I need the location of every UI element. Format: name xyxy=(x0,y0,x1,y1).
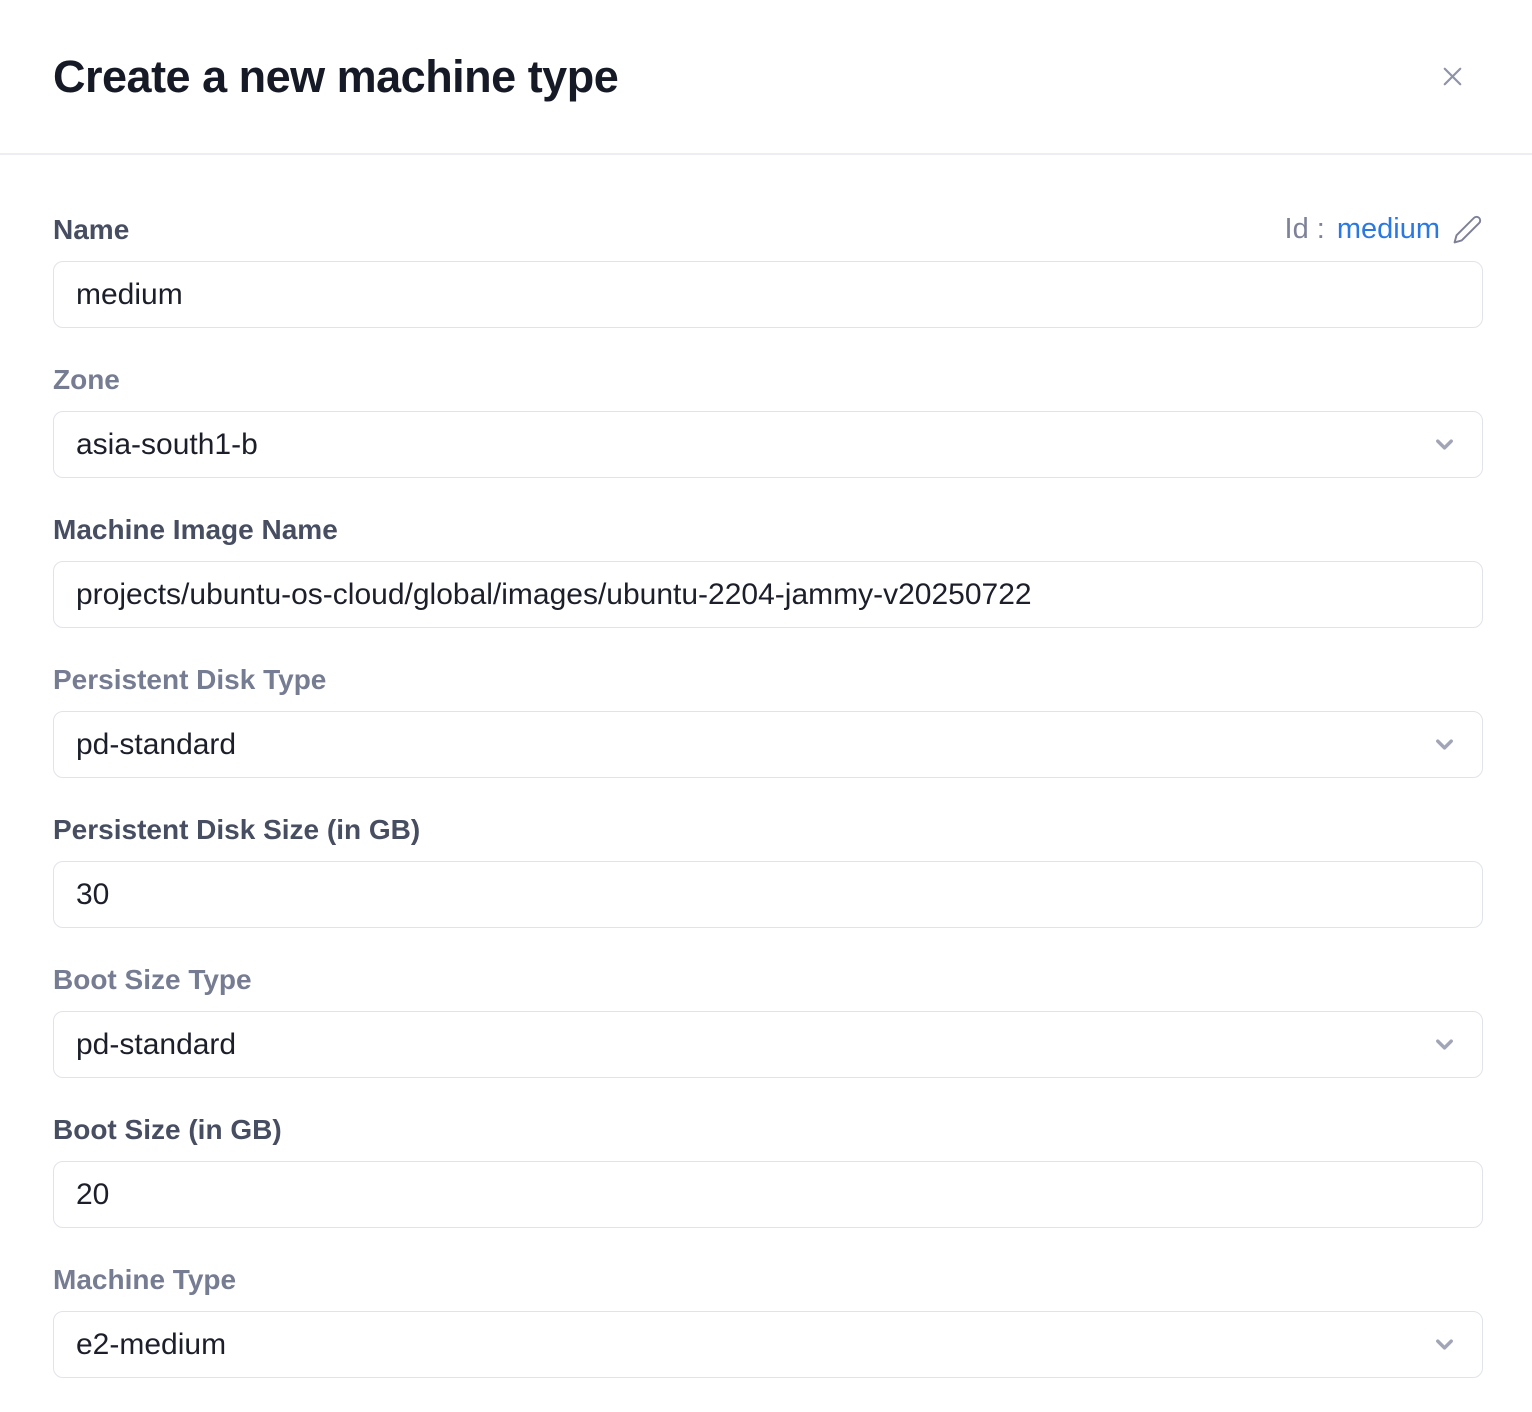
persistent-disk-size-input[interactable] xyxy=(53,861,1483,928)
machine-type-select[interactable]: e2-medium xyxy=(53,1311,1483,1378)
zone-select[interactable]: asia-south1-b xyxy=(53,411,1483,478)
zone-label: Zone xyxy=(53,363,1483,396)
field-zone: Zone asia-south1-b xyxy=(53,363,1483,478)
persistent-disk-size-label: Persistent Disk Size (in GB) xyxy=(53,813,1483,846)
field-machine-image-name: Machine Image Name xyxy=(53,513,1483,628)
persistent-disk-type-select[interactable]: pd-standard xyxy=(53,711,1483,778)
machine-image-name-label: Machine Image Name xyxy=(53,513,1483,546)
chevron-down-icon xyxy=(1431,1331,1458,1358)
machine-type-label: Machine Type xyxy=(53,1263,1483,1296)
persistent-disk-type-label: Persistent Disk Type xyxy=(53,663,1483,696)
x-icon xyxy=(1437,61,1468,92)
page-title: Create a new machine type xyxy=(53,51,618,103)
modal-header: Create a new machine type xyxy=(0,0,1532,155)
name-input[interactable] xyxy=(53,261,1483,328)
boot-size-type-select[interactable]: pd-standard xyxy=(53,1011,1483,1078)
field-machine-type: Machine Type e2-medium xyxy=(53,1263,1483,1378)
chevron-down-icon xyxy=(1431,431,1458,458)
boot-size-type-select-value: pd-standard xyxy=(76,1028,1431,1062)
boot-size-label: Boot Size (in GB) xyxy=(53,1113,1483,1146)
chevron-down-icon xyxy=(1431,1031,1458,1058)
boot-size-input[interactable] xyxy=(53,1161,1483,1228)
machine-image-name-input[interactable] xyxy=(53,561,1483,628)
persistent-disk-type-select-value: pd-standard xyxy=(76,728,1431,762)
create-machine-type-modal: Create a new machine type Name Id : medi… xyxy=(0,0,1532,1412)
name-label: Name xyxy=(53,213,129,246)
pencil-icon xyxy=(1452,214,1483,245)
field-name: Name Id : medium xyxy=(53,213,1483,328)
close-button[interactable] xyxy=(1434,59,1470,95)
id-edit-button[interactable] xyxy=(1452,214,1483,245)
id-prefix: Id : xyxy=(1285,213,1325,246)
field-persistent-disk-type: Persistent Disk Type pd-standard xyxy=(53,663,1483,778)
chevron-down-icon xyxy=(1431,731,1458,758)
field-boot-size: Boot Size (in GB) xyxy=(53,1113,1483,1228)
field-boot-size-type: Boot Size Type pd-standard xyxy=(53,963,1483,1078)
id-value[interactable]: medium xyxy=(1337,213,1440,246)
field-persistent-disk-size: Persistent Disk Size (in GB) xyxy=(53,813,1483,928)
id-badge: Id : medium xyxy=(1285,213,1483,246)
boot-size-type-label: Boot Size Type xyxy=(53,963,1483,996)
zone-select-value: asia-south1-b xyxy=(76,428,1431,462)
modal-body: Name Id : medium Zone xyxy=(0,155,1532,1378)
machine-type-select-value: e2-medium xyxy=(76,1328,1431,1362)
